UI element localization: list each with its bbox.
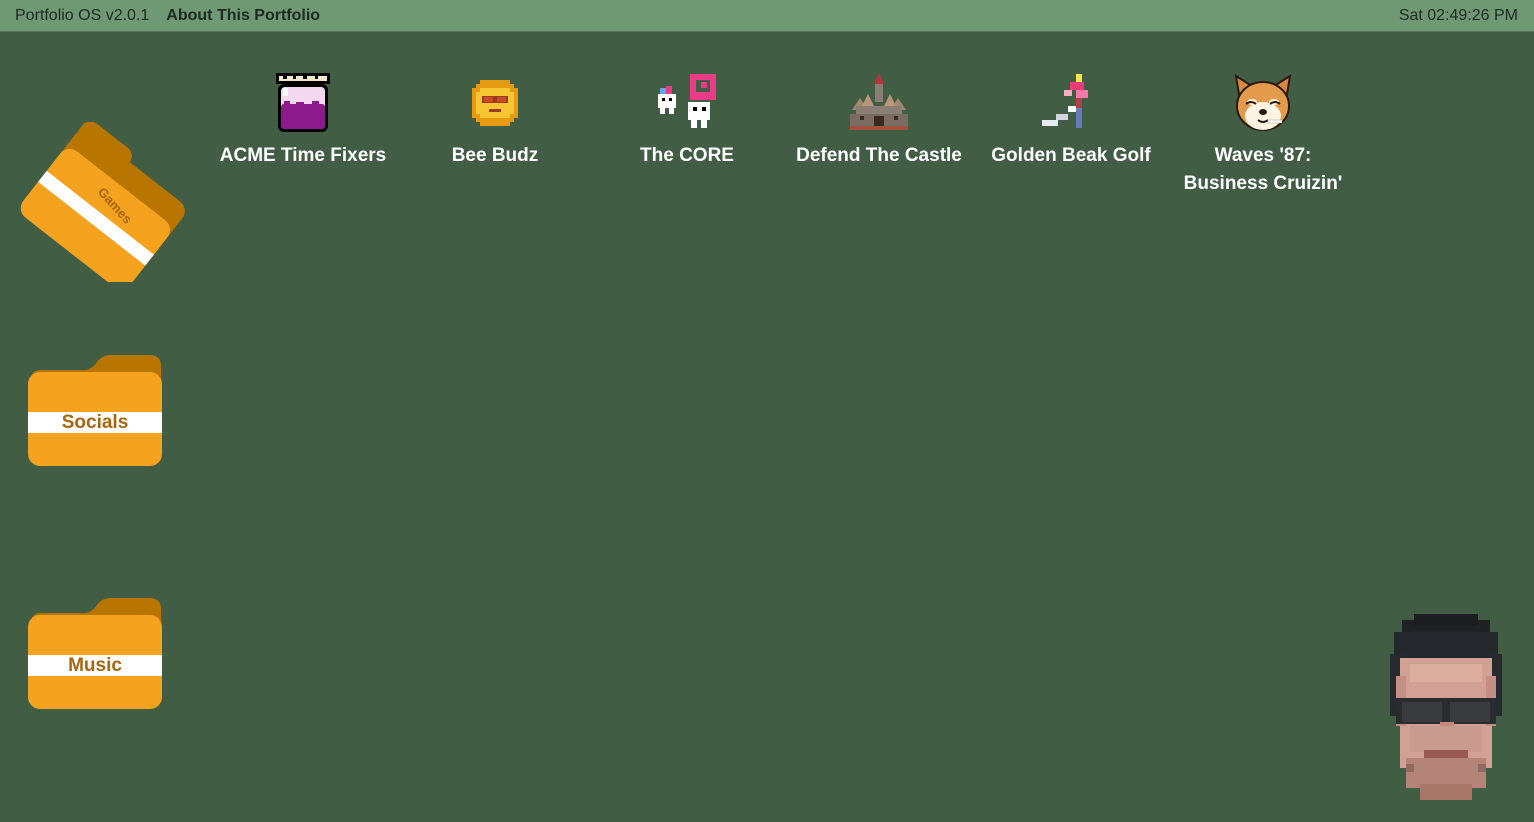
shiba-dog-icon: [1234, 73, 1292, 131]
app-name: ACME Time Fixers: [219, 145, 387, 166]
folder-socials[interactable]: Socials: [27, 354, 163, 468]
avatar[interactable]: [1380, 614, 1512, 806]
app-the-core[interactable]: The CORE: [591, 70, 783, 170]
folder-socials-label: Socials: [61, 412, 129, 433]
app-bee-budz[interactable]: Bee Budz: [399, 70, 591, 170]
folder-music[interactable]: Music: [27, 597, 163, 711]
about-menu-item[interactable]: About This Portfolio: [166, 7, 320, 25]
app-acme-time-fixers[interactable]: ACME Time Fixers: [207, 70, 399, 170]
app-name: Bee Budz: [451, 145, 539, 166]
golf-flag-icon: [1042, 74, 1088, 128]
app-waves-87[interactable]: Waves '87: Business Cruizin': [1167, 70, 1359, 198]
menu-bar: Portfolio OS v2.0.1 About This Portfolio…: [0, 0, 1534, 32]
app-defend-the-castle[interactable]: Defend The Castle: [783, 70, 975, 170]
app-golden-beak-golf[interactable]: Golden Beak Golf: [975, 70, 1167, 170]
app-name: The CORE: [640, 145, 734, 166]
folder-music-label: Music: [68, 655, 122, 676]
app-name: Waves '87: Business Cruizin': [1183, 145, 1343, 194]
folder-icon: [28, 598, 162, 709]
castle-icon: [850, 73, 908, 130]
folder-icon: [28, 355, 162, 466]
os-name: Portfolio OS v2.0.1: [15, 6, 150, 24]
jar-icon: [276, 73, 330, 132]
pixel-characters-icon: [658, 74, 716, 128]
app-name: Golden Beak Golf: [991, 145, 1151, 166]
pixelated-face-avatar: [1390, 614, 1502, 800]
sun-face-icon: [472, 80, 518, 126]
folder-games[interactable]: Games: [20, 121, 190, 290]
app-name: Defend The Castle: [796, 145, 962, 166]
clock: Sat 02:49:26 PM: [1398, 6, 1518, 24]
